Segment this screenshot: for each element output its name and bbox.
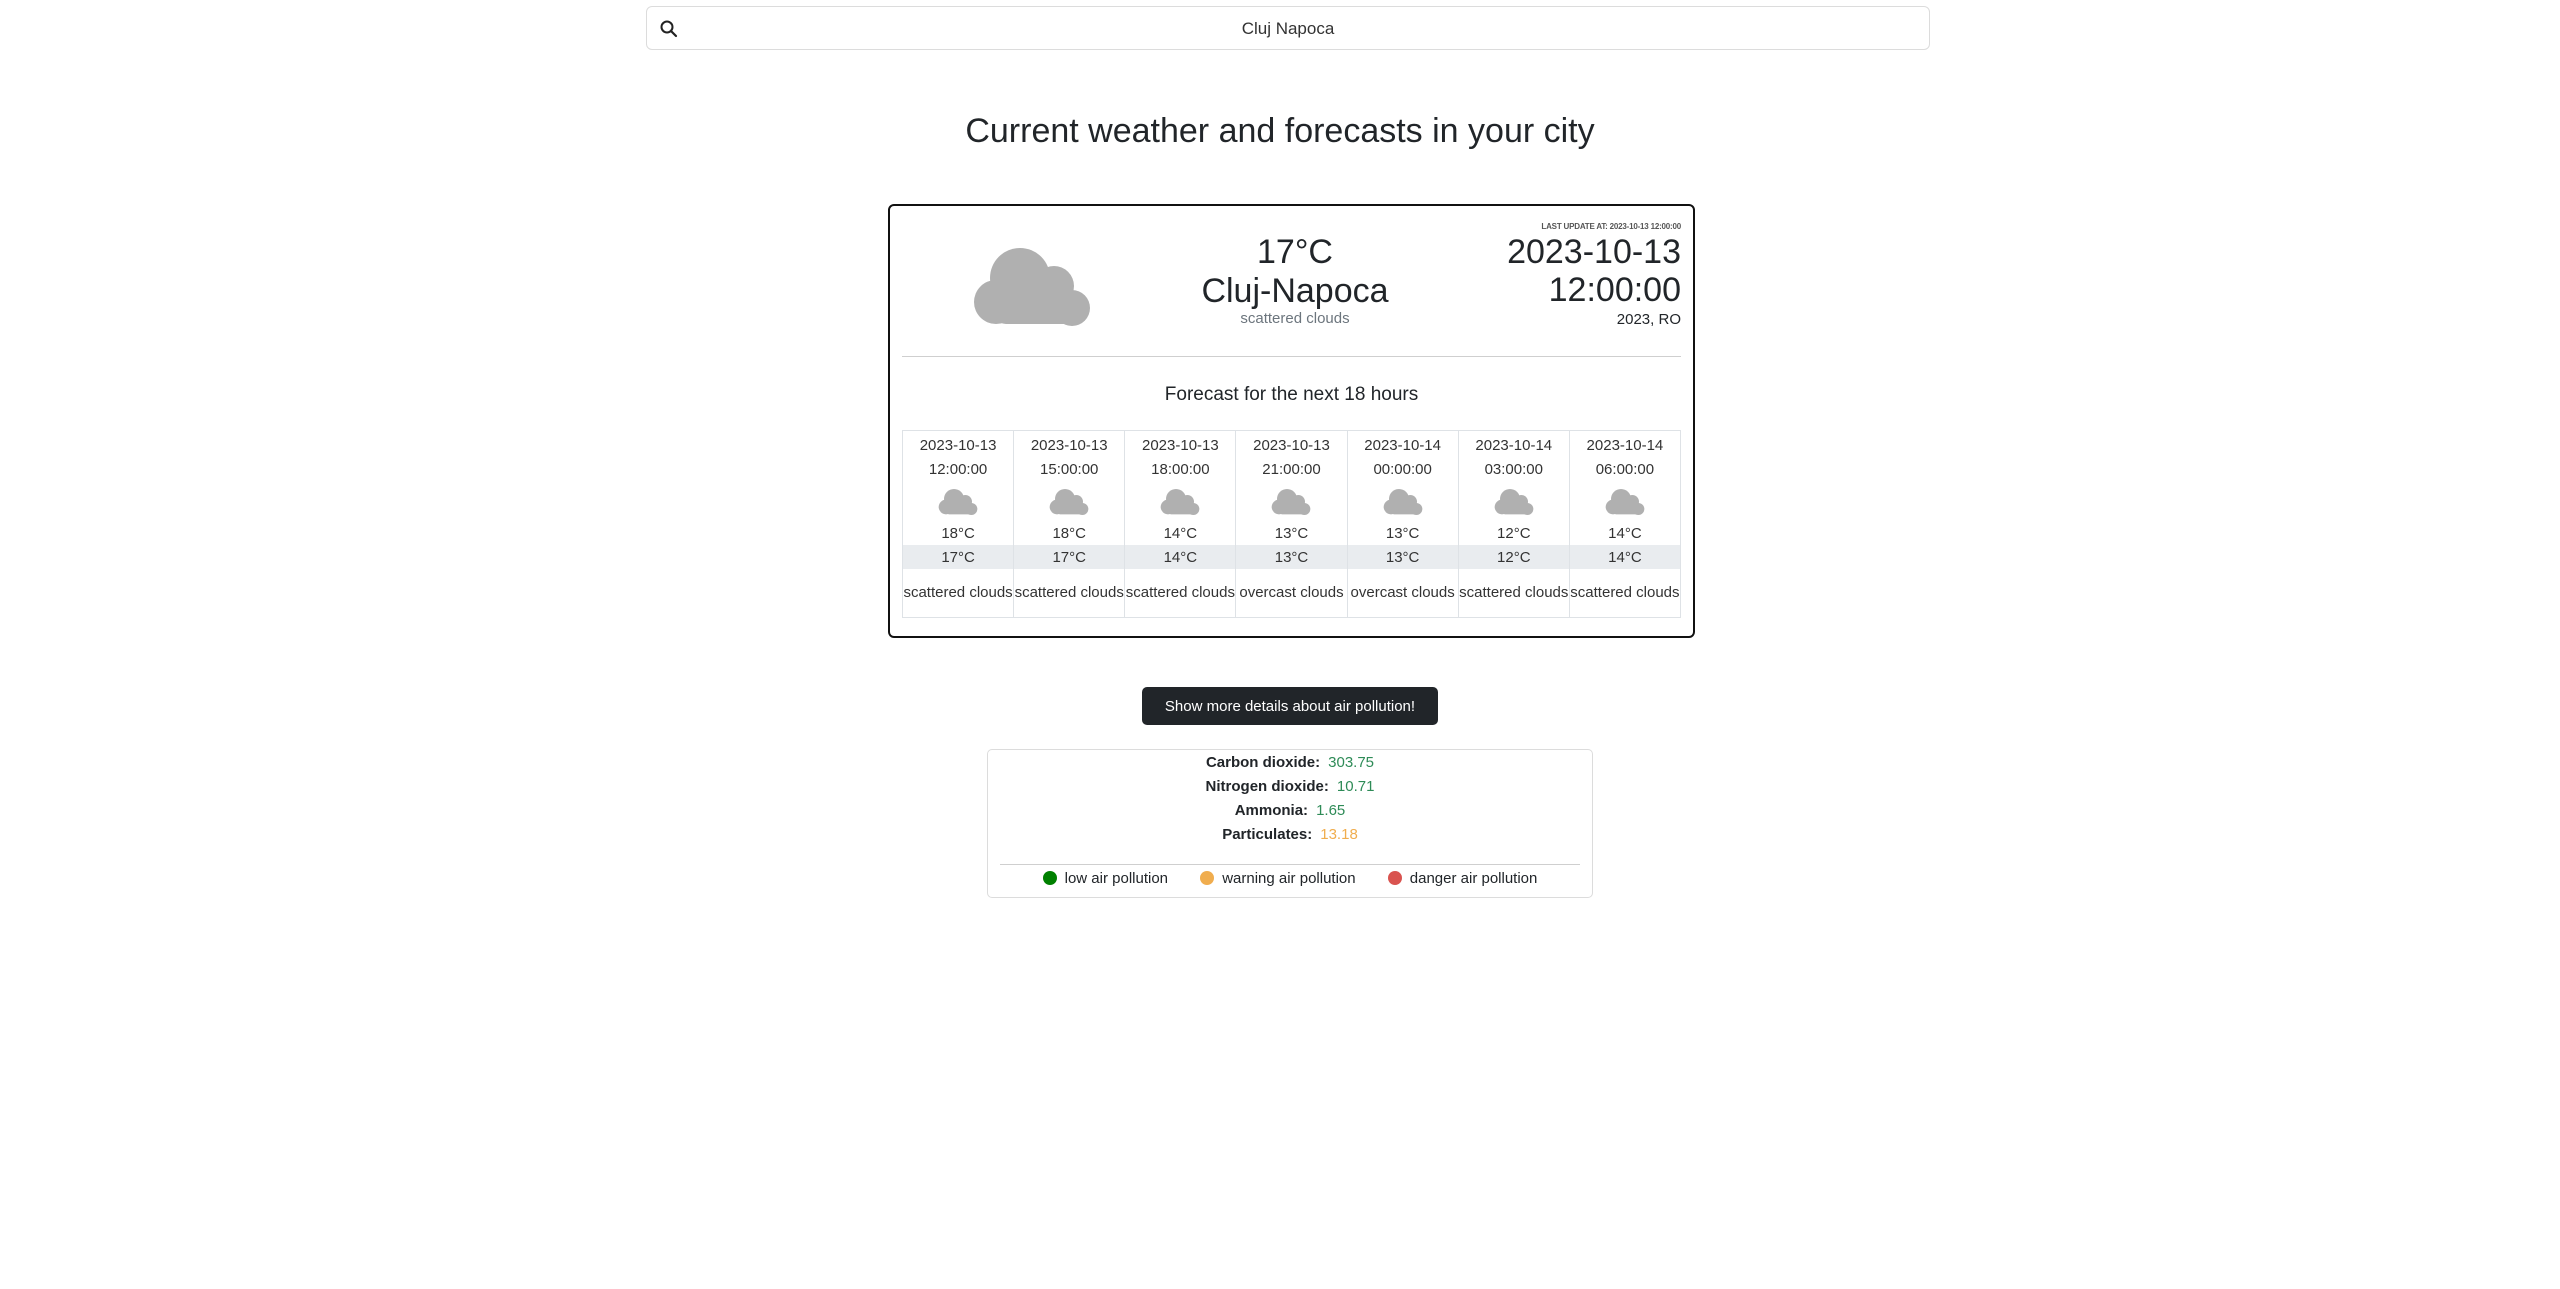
cloud-icon: [938, 489, 978, 515]
forecast-date: 2023-10-13: [1013, 430, 1126, 457]
forecast-feels-like: 13°C: [1235, 545, 1348, 569]
cloud-icon: [1383, 489, 1422, 515]
pollution-label: Ammonia:: [1234, 802, 1309, 819]
red-dot-icon: [1387, 871, 1402, 885]
last-update-block: LAST UPDATE AT: 2023-10-13 12:00:00 2023…: [1507, 222, 1681, 328]
forecast-date-row: 2023-10-13 2023-10-13 2023-10-13 2023-10…: [901, 430, 1682, 457]
cloud-icon: [1605, 489, 1645, 515]
forecast-temp: 13°C: [1346, 521, 1459, 545]
forecast-description: overcast clouds: [1235, 569, 1348, 618]
divider: [1000, 864, 1580, 865]
cloud-icon: [1494, 489, 1534, 515]
forecast-description: scattered clouds: [1568, 569, 1682, 618]
pollution-label: Particulates:: [1222, 826, 1313, 843]
forecast-time: 12:00:00: [901, 457, 1015, 481]
legend-item-low: low air pollution: [1042, 870, 1169, 887]
update-time: 12:00:00: [1548, 271, 1681, 309]
current-temp: 17°C: [1257, 233, 1333, 271]
forecast-date: 2023-10-13: [901, 430, 1015, 457]
forecast-temp: 13°C: [1235, 521, 1348, 545]
forecast-feels-like: 13°C: [1346, 545, 1459, 569]
forecast-temp: 12°C: [1457, 521, 1570, 545]
forecast-date: 2023-10-13: [1124, 430, 1237, 457]
last-update-label: LAST UPDATE AT: 2023-10-13 12:00:00: [1541, 222, 1681, 231]
search-icon[interactable]: [659, 19, 679, 39]
forecast-feels-row: 17°C 17°C 14°C 13°C 13°C 12°C 14°C: [901, 545, 1682, 569]
forecast-temp-row: 18°C 18°C 14°C 13°C 13°C 12°C 14°C: [901, 521, 1682, 545]
pollution-value: 303.75: [1328, 754, 1375, 771]
legend-label: warning air pollution: [1222, 870, 1356, 887]
forecast-date: 2023-10-13: [1235, 430, 1348, 457]
forecast-temp: 14°C: [1124, 521, 1237, 545]
pollution-row-ammonia: Ammonia: 1.65: [988, 800, 1592, 822]
forecast-date: 2023-10-14: [1457, 430, 1570, 457]
forecast-feels-like: 17°C: [1013, 545, 1126, 569]
cloud-icon: [974, 248, 1090, 326]
pollution-row-particulates: Particulates: 13.18: [988, 824, 1592, 846]
forecast-time: 21:00:00: [1235, 457, 1348, 481]
pollution-label: Nitrogen dioxide:: [1205, 778, 1329, 795]
pollution-row-nitrogen-dioxide: Nitrogen dioxide: 10.71: [988, 776, 1592, 798]
forecast-temp: 14°C: [1568, 521, 1682, 545]
forecast-description: scattered clouds: [1457, 569, 1570, 618]
forecast-title: Forecast for the next 18 hours: [1164, 384, 1419, 405]
divider: [902, 356, 1681, 357]
pollution-value: 1.65: [1316, 802, 1346, 819]
forecast-time: 00:00:00: [1346, 457, 1459, 481]
forecast-temp: 18°C: [1013, 521, 1126, 545]
cloud-icon: [1161, 489, 1200, 515]
current-weather: 17°C Cluj-Napoca scattered clouds: [1150, 232, 1440, 327]
forecast-icon-row: [901, 481, 1682, 521]
pollution-value: 10.71: [1336, 778, 1375, 795]
search-input[interactable]: [691, 7, 1885, 51]
cloud-icon: [1049, 489, 1089, 515]
current-city: Cluj-Napoca: [1201, 272, 1389, 310]
forecast-description: scattered clouds: [1124, 569, 1237, 618]
forecast-date: 2023-10-14: [1568, 430, 1682, 457]
page-title: Current weather and forecasts in your ci…: [965, 112, 1595, 150]
pollution-value: 13.18: [1320, 826, 1358, 843]
forecast-feels-like: 12°C: [1457, 545, 1570, 569]
forecast-time: 15:00:00: [1013, 457, 1126, 481]
weather-card: 17°C Cluj-Napoca scattered clouds LAST U…: [888, 204, 1695, 638]
legend-item-danger: danger air pollution: [1387, 870, 1538, 887]
update-country: 2023, RO: [1616, 311, 1681, 328]
forecast-date: 2023-10-14: [1346, 430, 1459, 457]
pollution-label: Carbon dioxide:: [1205, 754, 1321, 771]
current-description: scattered clouds: [1240, 310, 1350, 327]
pollution-row-carbon-dioxide: Carbon dioxide: 303.75: [988, 752, 1592, 774]
search-bar: [646, 6, 1930, 51]
forecast-table: 2023-10-13 2023-10-13 2023-10-13 2023-10…: [901, 430, 1682, 618]
forecast-time: 06:00:00: [1568, 457, 1682, 481]
forecast-feels-like: 14°C: [1568, 545, 1682, 569]
forecast-feels-like: 14°C: [1124, 545, 1237, 569]
air-pollution-card: Carbon dioxide: 303.75 Nitrogen dioxide: 1…: [987, 749, 1593, 898]
forecast-desc-row: scattered clouds scattered clouds scatte…: [901, 569, 1682, 618]
forecast-feels-like: 17°C: [901, 545, 1015, 569]
forecast-description: scattered clouds: [1013, 569, 1126, 618]
update-date: 2023-10-13: [1507, 233, 1681, 271]
forecast-time: 18:00:00: [1124, 457, 1237, 481]
air-pollution-details-button[interactable]: Show more details about air pollution!: [1142, 687, 1438, 725]
legend-item-warning: warning air pollution: [1200, 870, 1356, 887]
green-dot-icon: [1042, 871, 1057, 885]
forecast-time-row: 12:00:00 15:00:00 18:00:00 21:00:00 00:0…: [901, 457, 1682, 481]
cloud-icon: [1272, 489, 1311, 515]
forecast-time: 03:00:00: [1457, 457, 1570, 481]
forecast-temp: 18°C: [901, 521, 1015, 545]
legend-label: danger air pollution: [1409, 870, 1538, 887]
forecast-description: scattered clouds: [901, 569, 1015, 618]
forecast-description: overcast clouds: [1346, 569, 1459, 618]
orange-dot-icon: [1200, 871, 1215, 885]
pollution-legend: low air pollution warning air pollution …: [988, 870, 1592, 887]
legend-label: low air pollution: [1064, 870, 1169, 887]
